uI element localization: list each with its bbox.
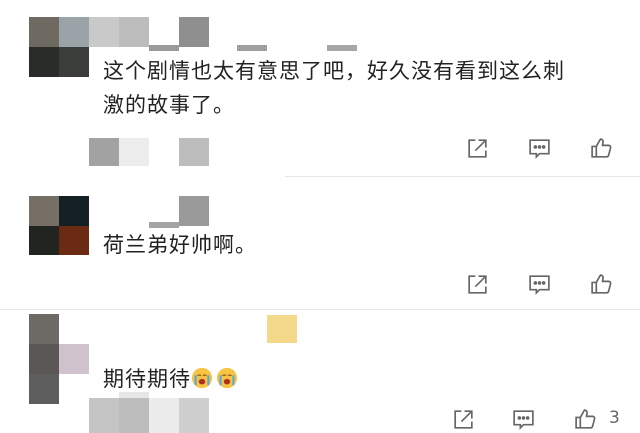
- like-button[interactable]: [586, 134, 616, 162]
- comment-icon: [528, 274, 550, 295]
- thumbs-up-icon: [590, 273, 611, 294]
- share-button[interactable]: [462, 134, 492, 162]
- share-icon: [467, 138, 487, 158]
- thumbs-up-icon: [590, 137, 611, 158]
- comment-line: 激的故事了。: [103, 93, 235, 117]
- comment-text: 这个剧情也太有意思了吧，好久没有看到这么刺 激的故事了。: [103, 54, 565, 122]
- divider: [0, 309, 640, 310]
- share-button[interactable]: [448, 405, 478, 433]
- comment-button[interactable]: [524, 134, 554, 162]
- comment-line: 期待期待: [103, 367, 191, 391]
- crying-face-emoji: [216, 367, 238, 389]
- share-icon: [453, 409, 473, 429]
- divider: [285, 176, 640, 177]
- share-icon: [467, 274, 487, 294]
- crying-face-emoji: [191, 367, 213, 389]
- comment-button[interactable]: [508, 405, 538, 433]
- share-button[interactable]: [462, 270, 492, 298]
- comment-button[interactable]: [524, 270, 554, 298]
- comment-line: 荷兰弟好帅啊。: [103, 233, 257, 257]
- comment-text: 荷兰弟好帅啊。: [103, 228, 257, 262]
- thumbs-up-icon: [574, 408, 595, 429]
- comment-line: 这个剧情也太有意思了吧，好久没有看到这么刺: [103, 59, 565, 83]
- comment-icon: [528, 138, 550, 159]
- like-button[interactable]: [570, 405, 600, 433]
- comment-icon: [512, 409, 534, 430]
- like-button[interactable]: [586, 270, 616, 298]
- comment-text: 期待期待: [103, 362, 241, 396]
- like-count: 3: [609, 408, 620, 428]
